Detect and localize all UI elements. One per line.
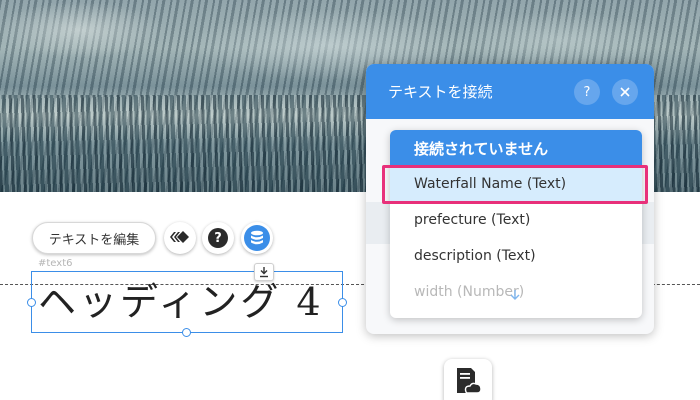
panel-header: テキストを接続 ? <box>366 64 654 119</box>
heading-text: ヘッディング 4 <box>38 280 324 324</box>
help-button[interactable]: ? <box>202 222 234 254</box>
panel-help-button[interactable]: ? <box>574 79 600 105</box>
help-icon: ? <box>208 228 228 248</box>
document-cloud-icon <box>454 366 482 400</box>
dropdown-option-not-connected[interactable]: 接続されていません <box>390 130 642 166</box>
animation-button[interactable] <box>164 222 196 254</box>
dropdown-option-prefecture[interactable]: prefecture (Text) <box>390 202 642 238</box>
element-id-label: #text6 <box>38 258 73 269</box>
animation-icon <box>169 229 191 248</box>
close-icon <box>620 87 630 97</box>
document-cloud-button[interactable] <box>444 359 492 400</box>
resize-handle-bottom[interactable] <box>182 328 191 337</box>
dropdown-option-description[interactable]: description (Text) <box>390 238 642 274</box>
connect-data-button[interactable] <box>241 222 273 254</box>
dropdown-option-waterfall-name[interactable]: Waterfall Name (Text) <box>390 166 642 202</box>
download-button[interactable] <box>254 263 274 281</box>
panel-close-button[interactable] <box>612 79 638 105</box>
download-icon <box>258 263 270 282</box>
edit-text-button[interactable]: テキストを編集 <box>32 222 156 254</box>
field-dropdown-list[interactable]: 接続されていません Waterfall Name (Text) prefectu… <box>390 130 642 318</box>
chevron-down-icon[interactable] <box>508 286 522 305</box>
panel-title: テキストを接続 <box>388 83 493 101</box>
resize-handle-left[interactable] <box>27 298 36 307</box>
database-icon <box>244 225 270 251</box>
resize-handle-right[interactable] <box>338 298 347 307</box>
